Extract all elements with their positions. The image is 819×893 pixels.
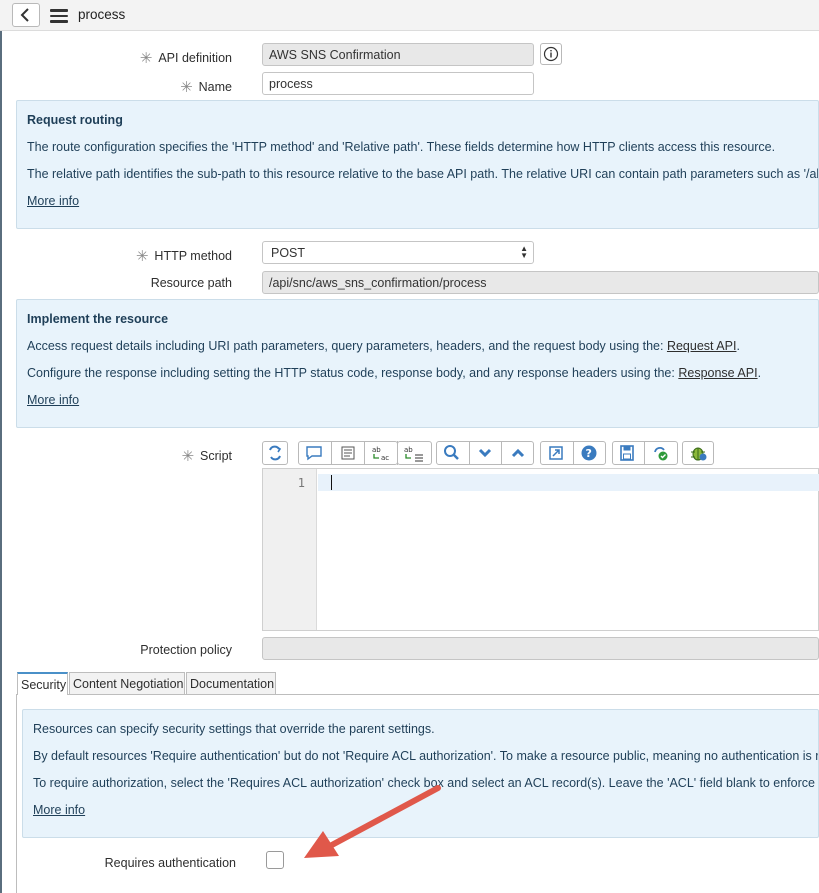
fullscreen-button[interactable] bbox=[542, 443, 570, 466]
toolbar-separator bbox=[469, 441, 470, 465]
debug-button[interactable] bbox=[682, 441, 714, 465]
select-arrows-icon: ▲ ▼ bbox=[520, 244, 528, 260]
http-method-select[interactable]: POST ▲ ▼ bbox=[262, 241, 534, 264]
align-button[interactable] bbox=[334, 443, 362, 466]
script-editor[interactable]: 1 bbox=[262, 468, 819, 631]
script-label: ✳ Script bbox=[181, 448, 232, 465]
implement-resource-help: Implement the resource Access request de… bbox=[16, 299, 819, 428]
debug-icon bbox=[691, 447, 707, 461]
protection-policy-field[interactable] bbox=[262, 637, 819, 660]
name-label: ✳ Name bbox=[180, 79, 232, 96]
svg-text:?: ? bbox=[586, 447, 592, 460]
toolbar-separator bbox=[644, 441, 645, 465]
help-heading: Request routing bbox=[27, 113, 123, 127]
help-text: The relative path identifies the sub-pat… bbox=[27, 167, 819, 181]
replace-all-button[interactable]: ab bbox=[397, 441, 432, 465]
hamburger-menu-icon[interactable] bbox=[50, 9, 68, 23]
api-definition-label: ✳ API definition bbox=[139, 50, 232, 67]
active-line-highlight bbox=[318, 474, 819, 491]
search-button[interactable] bbox=[438, 443, 466, 466]
toolbar-separator bbox=[364, 441, 365, 465]
help-icon: ? bbox=[581, 445, 597, 461]
replace-button[interactable]: ab ac bbox=[367, 443, 395, 466]
name-field[interactable]: process bbox=[262, 72, 534, 95]
page-title: process bbox=[78, 7, 126, 22]
resource-path-label: Resource path bbox=[150, 276, 232, 290]
http-method-label: ✳ HTTP method bbox=[135, 248, 232, 265]
save-button[interactable] bbox=[613, 443, 641, 466]
required-asterisk-icon: ✳ bbox=[180, 79, 193, 96]
more-info-link[interactable]: More info bbox=[33, 803, 85, 817]
help-text: Configure the response including setting… bbox=[27, 366, 762, 380]
help-text: Access request details including URI pat… bbox=[27, 339, 740, 353]
line-number: 1 bbox=[297, 476, 305, 490]
find-next-button[interactable] bbox=[471, 443, 499, 466]
api-definition-field[interactable]: AWS SNS Confirmation bbox=[262, 43, 534, 66]
replace-icon: abac bbox=[372, 446, 389, 462]
info-button[interactable] bbox=[540, 43, 562, 65]
save-icon bbox=[620, 445, 634, 461]
svg-text:ac: ac bbox=[381, 454, 389, 462]
format-code-icon bbox=[269, 445, 282, 461]
protection-policy-label: Protection policy bbox=[140, 643, 232, 657]
required-asterisk-icon: ✳ bbox=[135, 248, 149, 265]
toolbar-separator bbox=[501, 441, 502, 465]
required-asterisk-icon: ✳ bbox=[139, 50, 153, 67]
svg-text:ab: ab bbox=[404, 446, 413, 454]
resource-path-field[interactable]: /api/snc/aws_sns_confirmation/process bbox=[262, 271, 819, 294]
requires-authentication-label: Requires authentication bbox=[104, 856, 236, 870]
response-api-link[interactable]: Response API bbox=[678, 366, 757, 380]
annotation-arrow-icon bbox=[304, 785, 441, 858]
comment-button[interactable] bbox=[300, 443, 328, 466]
info-icon bbox=[543, 46, 559, 62]
text-caret bbox=[331, 475, 332, 490]
align-icon bbox=[341, 446, 355, 460]
required-asterisk-icon: ✳ bbox=[181, 448, 195, 465]
fullscreen-icon bbox=[549, 446, 563, 460]
help-button[interactable]: ? bbox=[575, 443, 603, 466]
tab-strip-line bbox=[68, 694, 819, 695]
tab-security[interactable]: Security bbox=[17, 672, 68, 695]
http-method-value: POST bbox=[271, 246, 306, 260]
line-number-gutter bbox=[263, 469, 317, 630]
find-previous-button[interactable] bbox=[504, 443, 532, 466]
chevron-down-icon bbox=[478, 448, 492, 458]
tab-content-negotiation[interactable]: Content Negotiation bbox=[69, 672, 185, 694]
tab-documentation[interactable]: Documentation bbox=[186, 672, 276, 694]
chevron-up-icon bbox=[511, 448, 525, 458]
toolbar-separator bbox=[331, 441, 332, 465]
toolbar-separator bbox=[573, 441, 574, 465]
syntax-check-button[interactable] bbox=[646, 443, 674, 466]
request-api-link[interactable]: Request API bbox=[667, 339, 737, 353]
request-routing-help: Request routing The route configuration … bbox=[16, 100, 819, 229]
help-text: By default resources 'Require authentica… bbox=[33, 749, 819, 763]
format-code-button[interactable] bbox=[262, 441, 288, 465]
back-chevron-icon bbox=[20, 8, 29, 22]
help-heading: Implement the resource bbox=[27, 312, 169, 326]
more-info-link[interactable]: More info bbox=[27, 393, 79, 407]
svg-text:ab: ab bbox=[372, 446, 381, 454]
syntax-check-icon bbox=[654, 447, 668, 461]
search-icon bbox=[444, 445, 459, 460]
requires-authentication-checkbox[interactable] bbox=[266, 851, 284, 869]
help-text: The route configuration specifies the 'H… bbox=[27, 140, 776, 154]
more-info-link[interactable]: More info bbox=[27, 194, 79, 208]
comment-icon bbox=[306, 446, 322, 461]
back-button[interactable] bbox=[12, 3, 40, 27]
replace-all-icon: ab bbox=[404, 446, 423, 462]
help-text: Resources can specify security settings … bbox=[33, 722, 435, 736]
